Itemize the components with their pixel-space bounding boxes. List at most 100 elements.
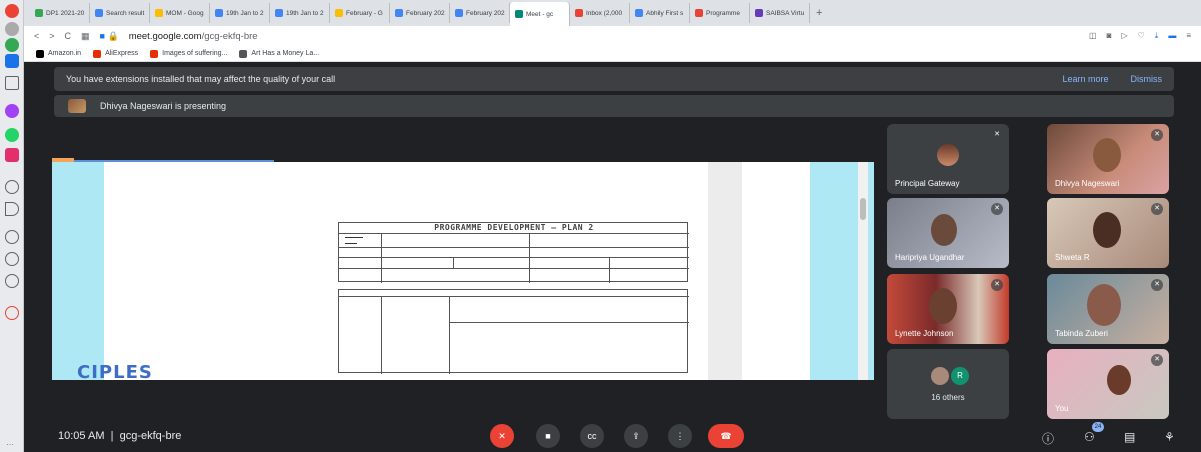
dock-cube-icon[interactable] [5,274,19,288]
camera-toggle-button[interactable]: ■ [536,424,560,448]
tab-label: MOM - Goog [166,9,204,17]
bookmark-item[interactable]: Images of suffering... [150,49,228,58]
present-button[interactable]: ⇪ [624,424,648,448]
browser-tab[interactable]: February 202 [390,3,450,23]
browser-tab[interactable]: Search result [90,3,150,23]
participant-avatar [937,144,959,166]
url-field[interactable]: meet.google.com/gcg-ekfq-bre [129,31,258,42]
table-line [339,247,689,248]
participant-tile[interactable]: ✕ Dhivya Nageswari [1047,124,1169,194]
activities-icon[interactable]: ⚘ [1164,430,1175,444]
dock-home-icon[interactable] [5,54,19,68]
dock-dot-icon[interactable] [5,22,19,36]
browser-tab[interactable]: Programme [690,3,750,23]
browser-tab[interactable]: SAIBSA Virtu [750,3,810,23]
browser-tab[interactable]: February - G [330,3,390,23]
leave-call-button[interactable]: ☎ [708,424,744,448]
screenshot-icon[interactable]: ◙ [1107,31,1112,41]
bookmark-item[interactable]: Amazon.in [36,49,81,58]
banner-text: You have extensions installed that may a… [66,74,336,84]
play-icon[interactable]: ▷ [1121,31,1127,41]
mic-off-icon: ✕ [1151,354,1163,366]
dock-messenger-icon[interactable] [5,104,19,118]
dock-heart-icon[interactable] [5,230,19,244]
scroll-thumb[interactable] [860,198,866,220]
participant-tile[interactable]: ✕ Tabinda Zuberi [1047,274,1169,344]
apps-grid-icon[interactable]: ▦ [81,31,90,42]
dock-pin-icon[interactable] [5,306,19,320]
participant-video [1093,138,1121,172]
mic-off-icon: ✕ [1151,129,1163,141]
tab-favicon-icon [635,9,643,17]
heart-icon[interactable]: ♡ [1138,31,1145,41]
table-line [339,296,689,297]
doc-right-page [742,162,810,380]
tab-favicon-icon [515,10,523,18]
bookmark-label: Art Has a Money La... [251,50,320,57]
bookmark-label: Images of suffering... [162,50,228,57]
extension-icon[interactable]: ◫ [1089,31,1097,41]
participant-name: Lynette Johnson [895,329,954,338]
browser-tab[interactable]: Abhily First s [630,3,690,23]
chat-icon[interactable]: ▤ [1124,430,1135,444]
bookmark-item[interactable]: AliExpress [93,49,138,58]
learn-more-link[interactable]: Learn more [1062,74,1108,84]
tab-label: Inbox (2,000 [586,9,623,17]
doc-heading-fragment: CIPLES [77,362,153,383]
meeting-code: gcg-ekfq-bre [119,430,182,442]
back-icon[interactable]: < [34,31,39,41]
doc-scrollbar[interactable] [858,162,868,380]
dock-clock-icon[interactable] [5,252,19,266]
mic-off-icon: ✕ [991,279,1003,291]
tab-label: Meet - gc [526,10,554,18]
browser-tab[interactable]: Meet - gc [510,2,570,26]
dock-circle-icon[interactable] [5,180,19,194]
others-tile[interactable]: R 16 others [887,349,1009,419]
meet-stage: You have extensions installed that may a… [24,62,1201,452]
people-icon[interactable]: ⚇ [1084,430,1095,444]
new-tab-button[interactable]: + [816,7,822,19]
table-line [449,296,450,374]
dismiss-button[interactable]: Dismiss [1131,74,1163,84]
dock-whatsapp-icon[interactable] [5,128,19,142]
participant-tile[interactable]: ✕ Shweta R [1047,198,1169,268]
tab-favicon-icon [575,9,583,17]
bookmark-item[interactable]: Art Has a Money La... [239,49,320,58]
dock-green-icon[interactable] [5,38,19,52]
dock-more-icon[interactable]: ··· [6,440,14,449]
browser-tab[interactable]: DP1 2021-20 [30,3,90,23]
tab-label: Search result [106,9,145,17]
reload-icon[interactable]: C [65,31,72,41]
tab-label: Programme [706,9,740,17]
participant-name: You [1055,404,1069,413]
table-line [609,257,610,283]
self-tile[interactable]: ✕ You [1047,349,1169,419]
forward-icon[interactable]: > [49,31,54,41]
captions-button[interactable]: cc [580,424,604,448]
browser-tab[interactable]: 19th Jan to 2 [210,3,270,23]
table-line [339,268,689,269]
tab-favicon-icon [395,9,403,17]
browser-tab[interactable]: 19th Jan to 2 [270,3,330,23]
info-icon[interactable]: ⓘ [1042,430,1054,447]
participant-video [1093,212,1121,248]
download-icon[interactable]: ⤓ [1155,31,1159,41]
browser-tab[interactable]: Inbox (2,000 [570,3,630,23]
participant-tile[interactable]: ✕ Principal Gateway [887,124,1009,194]
dock-star-icon[interactable] [5,76,19,90]
mic-off-icon: ✕ [991,203,1003,215]
table-line [339,233,689,234]
dock-instagram-icon[interactable] [5,148,19,162]
dock-play-icon[interactable] [5,202,19,216]
mic-toggle-button[interactable]: ✕ [490,424,514,448]
menu-icon[interactable]: ≡ [1186,31,1191,41]
people-count-badge: 24 [1092,422,1104,432]
participant-tile[interactable]: ✕ Lynette Johnson [887,274,1009,344]
browser-tab[interactable]: February 202 [450,3,510,23]
mic-off-icon: ✕ [991,129,1003,141]
dock-record-icon[interactable] [5,4,19,18]
more-options-button[interactable]: ⋮ [668,424,692,448]
url-host: meet.google.com [128,30,202,42]
participant-tile[interactable]: ✕ Haripriya Ugandhar [887,198,1009,268]
browser-tab[interactable]: MOM - Goog [150,3,210,23]
